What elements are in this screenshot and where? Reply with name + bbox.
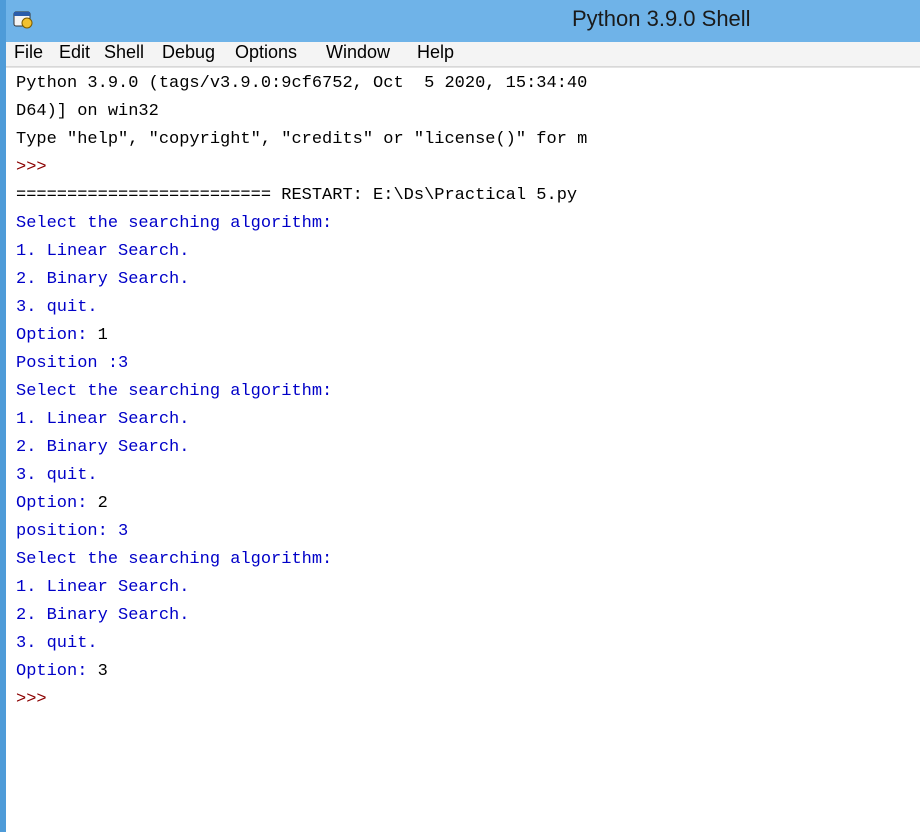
shell-line: Select the searching algorithm: [16,210,332,238]
window-title: Python 3.9.0 Shell [572,6,751,31]
shell-line-text: 1. Linear Search. [16,578,190,597]
shell-line-text: position: 3 [16,522,129,541]
shell-line-text: >>> [16,158,47,177]
shell-line-text: Option: [16,662,98,681]
user-input-value: 3 [97,662,108,681]
shell-line-text: Select the searching algorithm: [16,382,333,401]
shell-line: 3. quit. [16,630,98,658]
shell-line-text: ========================= RESTART: E:\Ds… [16,186,578,205]
shell-line-text: Select the searching algorithm: [16,550,333,569]
user-input-value: 1 [97,326,108,345]
shell-line: 2. Binary Search. [16,602,189,630]
shell-line-text: Python 3.9.0 (tags/v3.9.0:9cf6752, Oct 5… [16,74,588,93]
shell-line-text: 1. Linear Search. [16,410,190,429]
shell-line: 2. Binary Search. [16,434,189,462]
shell-line-text: 2. Binary Search. [16,438,190,457]
shell-line-text: Type "help", "copyright", "credits" or "… [16,130,588,149]
shell-line: ========================= RESTART: E:\Ds… [16,182,577,210]
shell-line-text: Position :3 [16,354,129,373]
shell-line: 1. Linear Search. [16,238,189,266]
menu-debug[interactable]: Debug [162,42,215,63]
shell-line-text: 3. quit. [16,466,98,485]
shell-line: D64)] on win32 [16,98,159,126]
shell-line: 3. quit. [16,462,98,490]
shell-line: Option: 2 [16,490,108,518]
shell-line-text: 3. quit. [16,634,98,653]
shell-line: Option: 3 [16,658,108,686]
shell-line-text: >>> [16,690,47,709]
shell-prompt: >>> [16,686,47,714]
shell-line: 3. quit. [16,294,98,322]
shell-prompt: >>> [16,154,47,182]
title-bar[interactable]: Python 3.9.0 Shell [6,0,920,42]
idle-shell-window: Python 3.9.0 Shell File Edit Shell Debug… [0,0,920,832]
shell-line: 1. Linear Search. [16,574,189,602]
shell-line-text: 1. Linear Search. [16,242,190,261]
shell-line-text: Option: [16,326,98,345]
shell-output-area[interactable]: Python 3.9.0 (tags/v3.9.0:9cf6752, Oct 5… [6,67,920,832]
shell-line: Position :3 [16,350,128,378]
shell-line: 2. Binary Search. [16,266,189,294]
shell-line-text: Option: [16,494,98,513]
python-idle-icon [13,11,33,29]
shell-line: Option: 1 [16,322,108,350]
shell-line: Type "help", "copyright", "credits" or "… [16,126,587,154]
shell-line-text: 2. Binary Search. [16,270,190,289]
shell-line: position: 3 [16,518,128,546]
user-input-value: 2 [97,494,108,513]
shell-line-text: D64)] on win32 [16,102,159,121]
shell-line-text: 2. Binary Search. [16,606,190,625]
shell-line: Select the searching algorithm: [16,546,332,574]
menu-help[interactable]: Help [417,42,454,63]
menu-options[interactable]: Options [235,42,297,63]
menu-window[interactable]: Window [326,42,390,63]
shell-line: 1. Linear Search. [16,406,189,434]
shell-line: Select the searching algorithm: [16,378,332,406]
menu-bar: File Edit Shell Debug Options Window Hel… [6,42,920,67]
shell-line: Python 3.9.0 (tags/v3.9.0:9cf6752, Oct 5… [16,70,587,98]
shell-line-text: Select the searching algorithm: [16,214,333,233]
menu-edit[interactable]: Edit [59,42,90,63]
shell-line-text: 3. quit. [16,298,98,317]
menu-shell[interactable]: Shell [104,42,144,63]
menu-file[interactable]: File [14,42,43,63]
